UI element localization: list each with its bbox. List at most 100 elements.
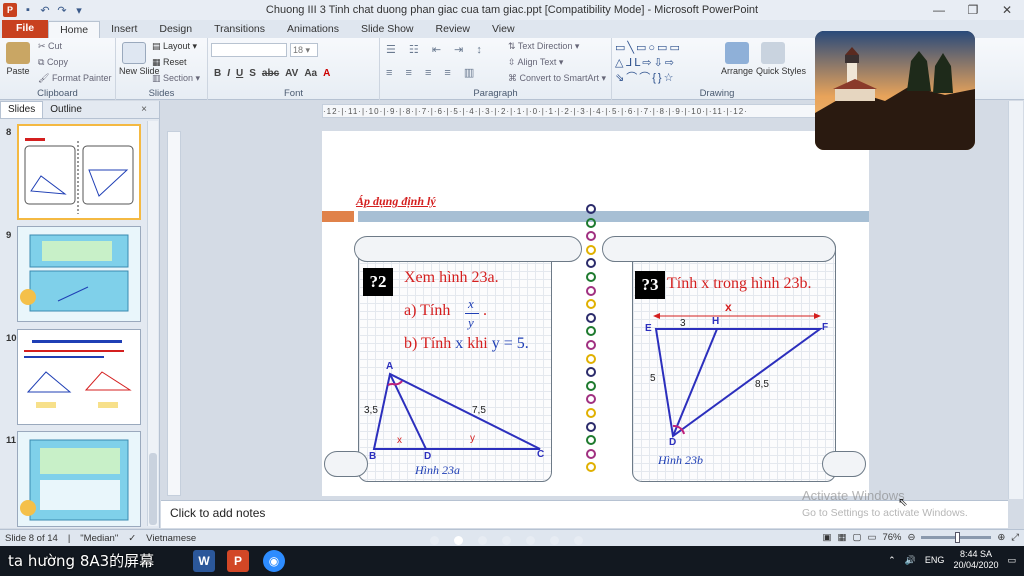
shapes-gallery[interactable]: ▭╲▭○▭▭ △ᒧᒪ⇨⇩⇨ ⇘⌒⌒{}☆: [615, 41, 711, 86]
paste-button[interactable]: Paste: [4, 42, 32, 76]
taskbar-clock[interactable]: 8:44 SA 20/04/2020: [953, 549, 998, 571]
tab-review[interactable]: Review: [425, 21, 481, 38]
window-title: Chuong III 3 Tinh chat duong phan giac c…: [265, 4, 759, 16]
tray-chevron-icon[interactable]: ⌃: [888, 555, 896, 566]
slide-number-10: 10: [6, 333, 17, 344]
thumbnail-8-art: [24, 138, 134, 214]
system-tray: ⌃ 🔊 ENG 8:44 SA 20/04/2020 ▭: [888, 549, 1016, 571]
status-language[interactable]: Vietnamese: [146, 533, 196, 544]
tab-view[interactable]: View: [481, 21, 526, 38]
tab-file[interactable]: File: [2, 20, 49, 38]
slides-group: New Slide ▤ Layout ▾ ▦ Reset ▥ Section ▾…: [116, 38, 208, 100]
char-spacing-button[interactable]: AV: [285, 68, 298, 79]
zoom-slider[interactable]: [921, 532, 992, 543]
new-slide-icon: [122, 42, 146, 64]
zoom-out-icon[interactable]: ⊖: [907, 532, 915, 543]
carousel-dot[interactable]: [478, 536, 487, 545]
reading-view-icon[interactable]: ▢: [852, 532, 861, 543]
slide-sorter-icon[interactable]: ▦: [837, 532, 846, 543]
text-direction-button[interactable]: ⇅ Text Direction ▾: [508, 41, 579, 52]
close-panel-icon[interactable]: ×: [134, 104, 154, 115]
align-text-button[interactable]: ⇳ Align Text ▾: [508, 57, 563, 68]
arrange-icon: [725, 42, 749, 64]
spellcheck-icon[interactable]: ✓: [128, 533, 136, 544]
normal-view-icon[interactable]: ▣: [823, 532, 832, 543]
tab-outline-panel[interactable]: Outline: [43, 104, 89, 115]
word-app-icon[interactable]: W: [193, 550, 215, 572]
zoom-app-icon[interactable]: ◉: [263, 550, 285, 572]
redo-icon[interactable]: ↷: [55, 4, 69, 17]
save-icon[interactable]: ▪: [21, 4, 35, 16]
volume-icon[interactable]: 🔊: [905, 555, 916, 566]
carousel-dot[interactable]: [430, 536, 439, 545]
cut-button[interactable]: ✂ Cut: [38, 41, 62, 52]
slides-panel: Slides Outline × 8 9 10 11: [0, 101, 160, 528]
italic-button[interactable]: I: [227, 68, 230, 79]
tab-home[interactable]: Home: [48, 21, 101, 38]
status-theme: "Median": [80, 532, 119, 544]
align-buttons[interactable]: ≡ ≡ ≡ ≡ ▥: [386, 66, 479, 79]
layout-button[interactable]: ▤ Layout ▾: [152, 41, 197, 52]
panel-scroll-thumb[interactable]: [149, 453, 157, 525]
fig23b-label-D: D: [669, 437, 677, 448]
quick-styles-button[interactable]: Quick Styles: [756, 42, 806, 76]
customize-qat-icon[interactable]: ▾: [72, 4, 86, 17]
font-color-button[interactable]: A: [323, 68, 330, 79]
undo-icon[interactable]: ↶: [38, 4, 52, 17]
font-name-combo[interactable]: [211, 43, 287, 57]
clock-date: 20/04/2020: [953, 560, 999, 570]
fig23b-length-df: 8,5: [755, 379, 769, 390]
underline-button[interactable]: U: [236, 68, 243, 79]
minimize-button[interactable]: —: [922, 0, 956, 20]
font-size-combo[interactable]: 18 ▾: [290, 43, 318, 57]
slide-thumbnail-8[interactable]: [17, 124, 141, 220]
tab-design[interactable]: Design: [148, 21, 203, 38]
fig23b-label-x: x: [725, 300, 732, 314]
arrange-button[interactable]: Arrange: [720, 42, 754, 76]
carousel-dot-active[interactable]: [454, 536, 463, 545]
list-buttons[interactable]: ☰ ☷ ⇤ ⇥ ↕: [386, 43, 487, 56]
tab-transitions[interactable]: Transitions: [203, 21, 276, 38]
close-button[interactable]: ✕: [990, 0, 1024, 20]
zoom-level[interactable]: 76%: [882, 532, 901, 543]
carousel-dot[interactable]: [550, 536, 559, 545]
slide-thumbnail-9[interactable]: [17, 226, 141, 322]
strikethrough-button[interactable]: abc: [262, 68, 279, 79]
slide-thumbnail-11[interactable]: [17, 431, 141, 527]
lighthouse-photo: [815, 31, 975, 150]
slide-thumbnail-10[interactable]: [17, 329, 141, 425]
tab-slide-show[interactable]: Slide Show: [350, 21, 425, 38]
convert-smartart-button[interactable]: ⌘ Convert to SmartArt ▾: [508, 73, 606, 84]
mouse-cursor-icon: ⇖: [898, 495, 909, 509]
carousel-dot[interactable]: [574, 536, 583, 545]
format-painter-button[interactable]: 🖌 Format Painter: [38, 73, 111, 84]
change-case-button[interactable]: Aa: [304, 68, 317, 79]
reset-button[interactable]: ▦ Reset: [152, 57, 187, 68]
activation-watermark-text: Go to Settings to activate Windows.: [802, 507, 968, 519]
fit-slide-icon[interactable]: ⤢: [1011, 532, 1019, 543]
powerpoint-app-icon[interactable]: P: [227, 550, 249, 572]
shadow-button[interactable]: S: [249, 68, 256, 79]
carousel-dot[interactable]: [502, 536, 511, 545]
slideshow-view-icon[interactable]: ▭: [867, 532, 876, 543]
zoom-in-icon[interactable]: ⊕: [997, 532, 1005, 543]
tab-slides-panel[interactable]: Slides: [0, 101, 44, 118]
clock-time: 8:44 SA: [959, 549, 992, 559]
notification-icon[interactable]: ▭: [1007, 555, 1016, 566]
input-language[interactable]: ENG: [925, 555, 945, 565]
zoom-slider-knob[interactable]: [955, 532, 961, 543]
participant-video-thumbnail[interactable]: [815, 31, 975, 150]
copy-button[interactable]: ⧉ Copy: [38, 57, 68, 68]
quick-styles-icon: [761, 42, 785, 64]
restore-button[interactable]: ❐: [956, 0, 990, 20]
editor-scrollbar[interactable]: [1008, 101, 1023, 499]
bold-button[interactable]: B: [214, 68, 221, 79]
tab-animations[interactable]: Animations: [276, 21, 350, 38]
horizontal-ruler: ·12·|·11·|·10·|·9·|·8·|·7·|·6·|·5·|·4·|·…: [322, 104, 869, 118]
font-format-row: B I U S abc AV Aa A: [214, 68, 330, 79]
status-separator: |: [67, 532, 71, 544]
carousel-dot[interactable]: [526, 536, 535, 545]
tab-insert[interactable]: Insert: [100, 21, 148, 38]
new-slide-button[interactable]: New Slide: [119, 42, 160, 76]
section-button[interactable]: ▥ Section ▾: [152, 73, 200, 84]
